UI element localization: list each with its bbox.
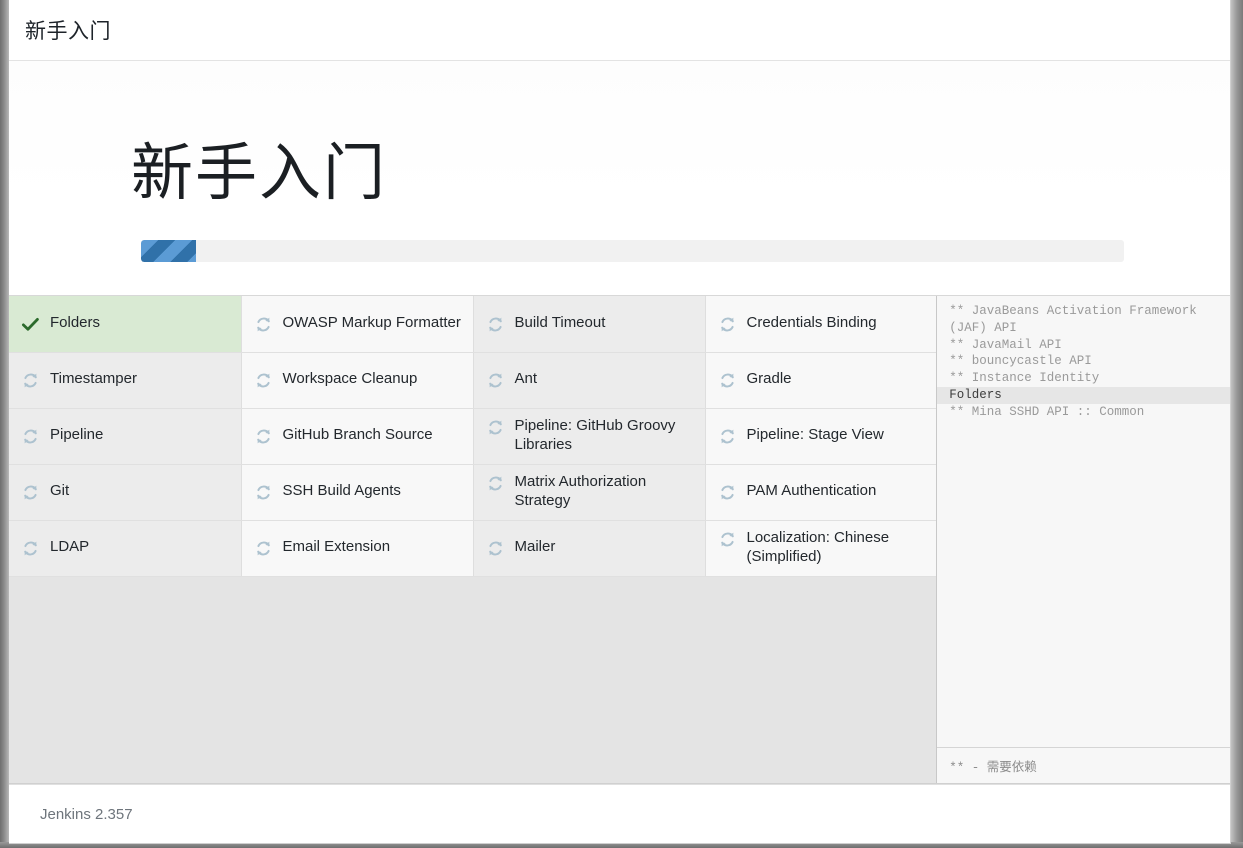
sync-arrows-icon (21, 483, 40, 502)
jenkins-version-label: Jenkins 2.357 (40, 806, 133, 823)
plugin-cell: GitHub Branch Source (241, 408, 474, 465)
log-line: ** JavaMail API (949, 337, 1062, 352)
plugin-cell: Build Timeout (473, 296, 706, 353)
sync-arrows-icon (254, 427, 273, 446)
plugin-cell: Email Extension (241, 520, 474, 577)
dependency-legend-text: ** - 需要依赖 (949, 761, 1037, 775)
install-log-panel: ** JavaBeans Activation Framework (JAF) … (936, 296, 1230, 783)
sync-arrows-icon (254, 315, 273, 334)
plugin-name-label: Pipeline: GitHub Groovy Libraries (514, 417, 676, 453)
plugin-cell: Workspace Cleanup (241, 352, 474, 409)
plugin-cell: PAM Authentication (705, 464, 937, 521)
sync-arrows-icon (254, 539, 273, 558)
plugin-name-label: Matrix Authorization Strategy (514, 473, 647, 509)
plugin-name-label: Git (50, 482, 70, 499)
plugin-name-label: Folders (50, 313, 101, 331)
plugin-name-label: Mailer (514, 538, 556, 555)
plugin-cell: Gradle (705, 352, 937, 409)
sync-arrows-icon (21, 371, 40, 390)
plugin-name-label: Ant (514, 370, 538, 387)
plugin-cell: Ant (473, 352, 706, 409)
plugin-status-grid: Folders OWASP Markup Formatter Build Timeo… (9, 296, 937, 783)
plugin-cell: Folders (9, 296, 242, 353)
table-row: Git SSH Build Agents Matrix Authorization … (9, 464, 937, 521)
page-footer: Jenkins 2.357 (9, 784, 1230, 843)
plugin-name-label: Gradle (746, 370, 792, 387)
install-progress-fill (141, 240, 197, 262)
sync-arrows-icon (486, 418, 505, 437)
plugin-cell: Timestamper (9, 352, 242, 409)
plugin-cell: Credentials Binding (705, 296, 937, 353)
plugin-cell: LDAP (9, 520, 242, 577)
sync-arrows-icon (486, 315, 505, 334)
sync-arrows-icon (486, 539, 505, 558)
plugin-name-label: Credentials Binding (746, 313, 877, 331)
plugin-name-label: SSH Build Agents (282, 482, 401, 499)
check-icon (21, 315, 40, 334)
plugin-cell: Pipeline: Stage View (705, 408, 937, 465)
breadcrumb: 新手入门 (25, 20, 111, 43)
install-log-lines[interactable]: ** JavaBeans Activation Framework (JAF) … (937, 296, 1230, 747)
table-row: LDAP Email Extension Mailer Localization: C… (9, 520, 937, 577)
sync-arrows-icon (21, 539, 40, 558)
app-header: 新手入门 (9, 0, 1230, 61)
plugin-table: Folders OWASP Markup Formatter Build Timeo… (9, 296, 937, 577)
main-content: Folders OWASP Markup Formatter Build Timeo… (9, 296, 1230, 783)
hero-section: 新手入门 (9, 61, 1230, 296)
plugin-cell: Pipeline: GitHub Groovy Libraries (473, 408, 706, 465)
jenkins-setup-wizard: 新手入门 新手入门 Folders OWASP Markup Formatter B… (9, 0, 1231, 844)
plugin-cell: Git (9, 464, 242, 521)
plugin-cell: Localization: Chinese (Simplified) (705, 520, 937, 577)
plugin-name-label: Pipeline (50, 426, 104, 443)
sync-arrows-icon (718, 427, 737, 446)
plugin-cell: Matrix Authorization Strategy (473, 464, 706, 521)
log-line: ** bouncycastle API (949, 354, 1092, 369)
window-shadow-right (1231, 0, 1243, 848)
plugin-name-label: Email Extension (282, 538, 391, 555)
sync-arrows-icon (718, 483, 737, 502)
plugin-cell: OWASP Markup Formatter (241, 296, 474, 353)
table-row: Timestamper Workspace Cleanup Ant Gradle (9, 352, 937, 409)
sync-arrows-icon (486, 474, 505, 493)
log-line-current: Folders (937, 386, 1230, 404)
plugin-name-label: LDAP (50, 538, 90, 555)
plugin-cell: Mailer (473, 520, 706, 577)
plugin-name-label: Build Timeout (514, 313, 606, 331)
plugin-name-label: Timestamper (50, 370, 137, 387)
log-line: ** JavaBeans Activation Framework (JAF) … (949, 304, 1197, 335)
sync-arrows-icon (254, 371, 273, 390)
plugin-cell: Pipeline (9, 408, 242, 465)
plugin-name-label: Pipeline: Stage View (746, 426, 884, 443)
table-row: Pipeline GitHub Branch Source Pipeline: Gi… (9, 408, 937, 465)
plugin-name-label: OWASP Markup Formatter (282, 313, 461, 331)
plugin-name-label: Workspace Cleanup (282, 370, 418, 387)
plugin-name-label: PAM Authentication (746, 482, 877, 499)
install-log-legend: ** - 需要依赖 (937, 747, 1230, 783)
table-row: Folders OWASP Markup Formatter Build Timeo… (9, 296, 937, 353)
page-root: 新手入门 新手入门 Folders OWASP Markup Formatter B… (0, 0, 1243, 848)
page-title: 新手入门 (131, 139, 388, 208)
window-shadow-left (0, 0, 9, 848)
install-progress-bar (141, 240, 1124, 262)
sync-arrows-icon (718, 371, 737, 390)
plugin-name-label: Localization: Chinese (Simplified) (746, 529, 890, 565)
sync-arrows-icon (718, 315, 737, 334)
plugin-name-label: GitHub Branch Source (282, 426, 433, 443)
sync-arrows-icon (718, 530, 737, 549)
sync-arrows-icon (486, 371, 505, 390)
log-line: ** Mina SSHD API :: Common (949, 404, 1145, 419)
log-line: ** Instance Identity (949, 371, 1100, 386)
sync-arrows-icon (254, 483, 273, 502)
sync-arrows-icon (21, 427, 40, 446)
plugin-cell: SSH Build Agents (241, 464, 474, 521)
